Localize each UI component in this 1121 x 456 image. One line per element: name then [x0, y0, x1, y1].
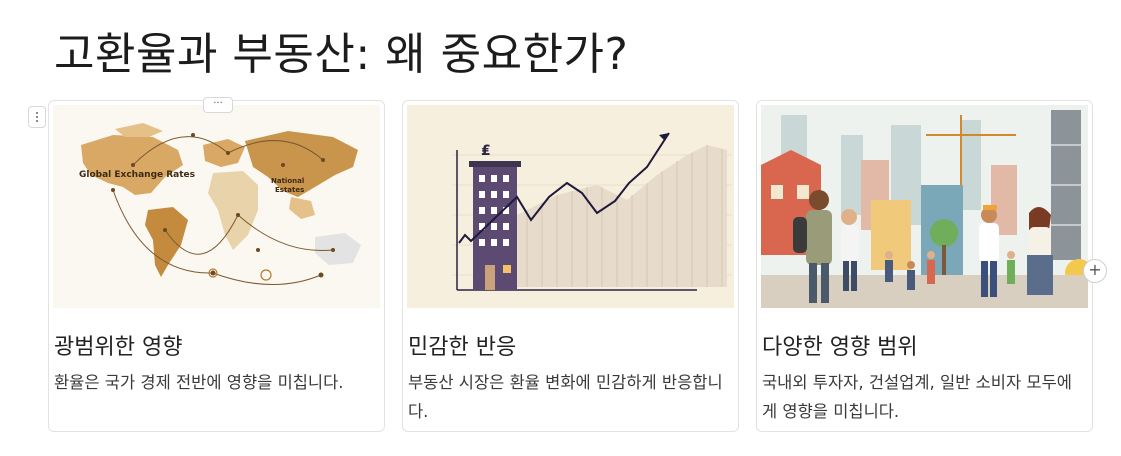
price-chart-image: ₤ — [407, 105, 734, 308]
card-sensitive-response: ₤ 민감한 반응 부동산 시장은 환율 변화에 민감하게 반응합니다. — [402, 100, 739, 432]
page-title: 고환율과 부동산: 왜 중요한가? — [54, 29, 629, 80]
card-description: 국내외 투자자, 건설업계, 일반 소비자 모두에게 영향을 미칩니다. — [762, 373, 1072, 421]
card-title: 다양한 영향 범위 — [762, 335, 918, 360]
map-center-label-1: National — [271, 177, 304, 185]
card-wide-range: 다양한 영향 범위 국내외 투자자, 건설업계, 일반 소비자 모두에게 영향을… — [756, 100, 1093, 432]
card-description: 부동산 시장은 환율 변화에 민감하게 반응합니다. — [408, 373, 723, 421]
card-description: 환율은 국가 경제 전반에 영향을 미칩니다. — [54, 373, 344, 392]
card-title: 민감한 반응 — [408, 335, 517, 360]
more-options-button[interactable]: ··· — [203, 97, 233, 113]
community-illustration — [761, 105, 1088, 308]
add-block-button[interactable]: + — [1083, 259, 1107, 283]
world-map-image: Global Exchange Rates National Estates — [53, 105, 380, 308]
map-title-text: Global Exchange Rates — [79, 170, 195, 180]
card-title: 광범위한 영향 — [54, 335, 183, 360]
currency-symbol: ₤ — [481, 143, 491, 159]
drag-handle-icon[interactable] — [28, 106, 46, 128]
map-center-label-2: Estates — [275, 186, 304, 194]
card-broad-impact: Global Exchange Rates National Estates 광… — [48, 100, 385, 432]
